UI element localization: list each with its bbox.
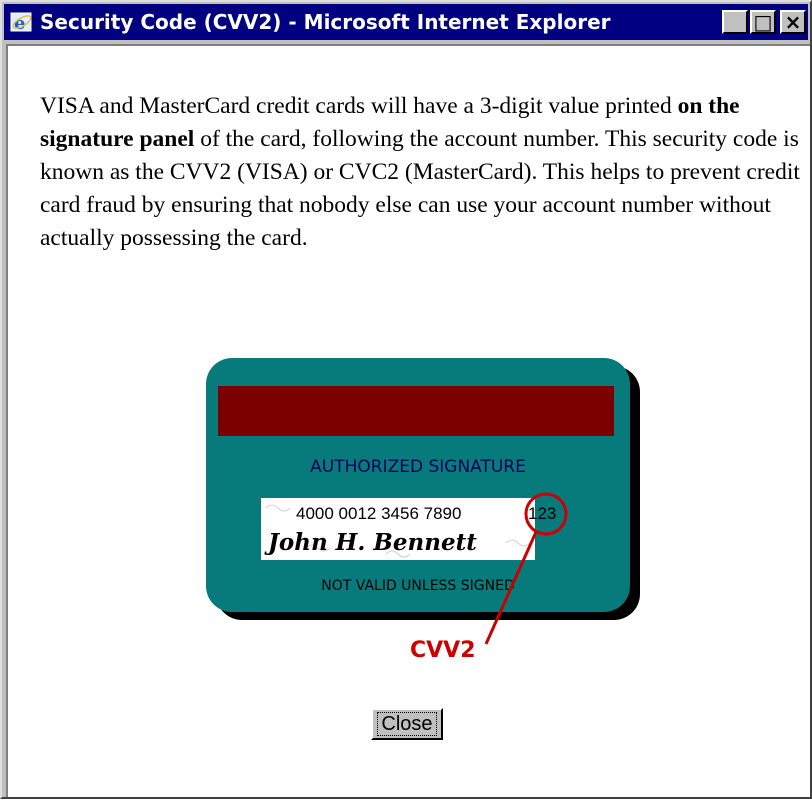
not-valid-unless-signed-label: NOT VALID UNLESS SIGNED	[321, 578, 514, 594]
minimize-button[interactable]: _	[722, 10, 748, 34]
sample-signature: John H. Bennett	[264, 529, 477, 556]
authorized-signature-label: AUTHORIZED SIGNATURE	[310, 457, 526, 477]
cvv-explanation-text: VISA and MasterCard credit cards will ha…	[40, 90, 800, 255]
title-bar[interactable]: e Security Code (CVV2) - Microsoft Inter…	[4, 4, 808, 40]
browser-window: e Security Code (CVV2) - Microsoft Inter…	[0, 0, 812, 799]
maximize-button[interactable]: □	[750, 10, 776, 34]
credit-card-illustration: AUTHORIZED SIGNATURE 4000 0012 3456 7890…	[206, 358, 640, 645]
cvv-digits: 123	[528, 504, 556, 523]
window-title: Security Code (CVV2) - Microsoft Interne…	[40, 10, 611, 34]
page-content: VISA and MasterCard credit cards will ha…	[6, 44, 810, 797]
explanation-part-1: VISA and MasterCard credit cards will ha…	[40, 93, 678, 119]
close-window-button[interactable]: ×	[780, 10, 806, 34]
close-button-label: Close	[377, 712, 437, 736]
account-number: 4000 0012 3456 7890	[296, 504, 461, 523]
maximize-icon: □	[753, 10, 773, 34]
internet-explorer-icon: e	[10, 12, 32, 34]
close-icon: ×	[784, 10, 802, 34]
magnetic-stripe	[218, 386, 614, 436]
cvv2-label: CVV2	[410, 638, 476, 663]
minimize-icon: _	[730, 10, 740, 34]
close-button[interactable]: Close	[371, 708, 443, 740]
